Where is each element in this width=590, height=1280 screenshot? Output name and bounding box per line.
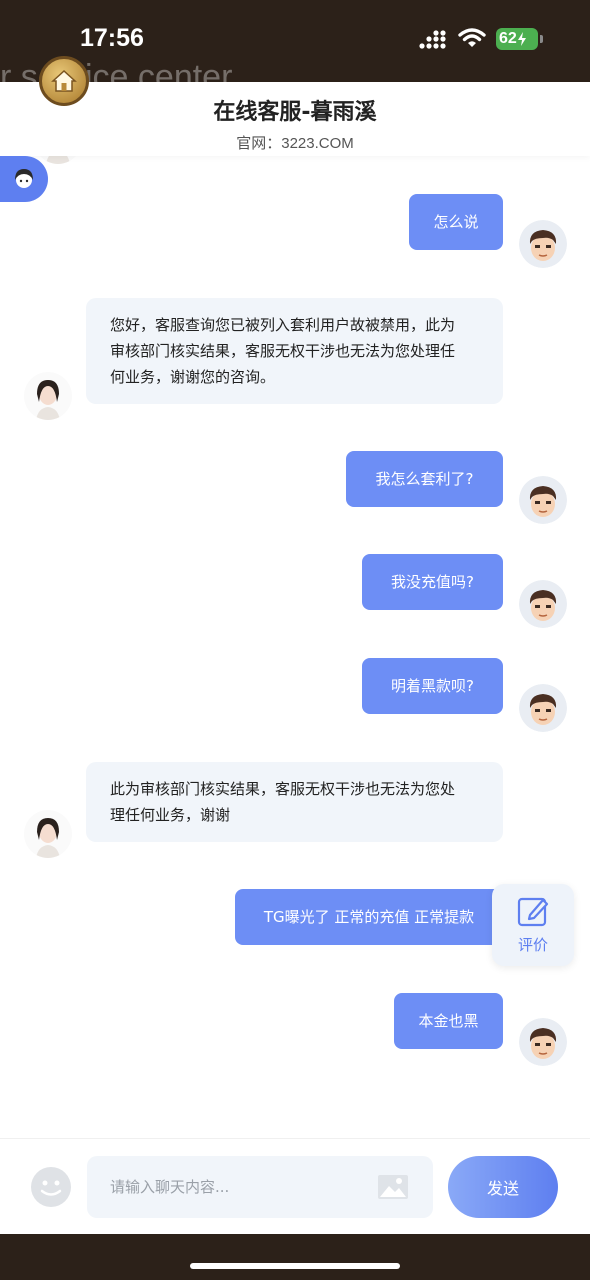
emoji-icon [40, 1180, 62, 1196]
official-site-label: 官网： [236, 135, 282, 152]
user-message: 我怎么套利了? [346, 451, 503, 507]
agent-avatar [24, 372, 72, 420]
home-icon [51, 69, 77, 92]
user-message: 明着黑款呗? [362, 658, 503, 714]
user-avatar [519, 580, 567, 628]
edit-icon [517, 897, 549, 927]
status-bar: r service center 17:56 62 [0, 0, 590, 96]
message-line: 何业务，谢谢您的咨询。 [110, 368, 276, 386]
image-icon[interactable] [377, 1174, 409, 1200]
send-button[interactable]: 发送 [448, 1156, 558, 1218]
page-title: 在线客服-暮雨溪 [213, 100, 377, 125]
user-message: 怎么说 [409, 194, 503, 250]
input-bar: 发送 [0, 1138, 590, 1234]
user-message: 本金也黑 [394, 993, 503, 1049]
agent-message: 您好，客服查询您已被列入套利用户故被禁用，此为 审核部门核实结果，客服无权干涉也… [86, 298, 503, 404]
battery-indicator: 62 [496, 28, 543, 50]
user-avatar [519, 684, 567, 732]
chat-header: 在线客服-暮雨溪 官网：3223.COM [0, 82, 590, 156]
user-avatar [519, 476, 567, 524]
user-message: 我没充值吗? [362, 554, 503, 610]
message-line: 此为审核部门核实结果，客服无权干涉也无法为您处 [110, 780, 456, 798]
agent-switch-button[interactable] [0, 156, 48, 202]
user-avatar [519, 220, 567, 268]
home-indicator[interactable] [190, 1263, 400, 1269]
message-line: 您好，客服查询您已被列入套利用户故被禁用，此为 [110, 316, 456, 334]
battery-level: 62 [499, 30, 517, 47]
agent-message: 此为审核部门核实结果，客服无权干涉也无法为您处 理任何业务，谢谢 [86, 762, 503, 842]
status-time: 17:56 [80, 24, 144, 52]
chat-messages[interactable]: 怎么说 您好，客服查询您已被列入套利用户故被禁用，此为 审核部门核实结果，客服无… [0, 116, 590, 1136]
rate-button[interactable]: 评价 [492, 884, 574, 966]
official-site: 官网：3223.COM [0, 132, 590, 153]
user-message: TG曝光了 正常的充值 正常提款 [235, 889, 503, 945]
signal-icon [419, 30, 446, 49]
rate-button-label: 评价 [517, 936, 548, 954]
agent-icon [15, 169, 33, 188]
home-indicator-area [0, 1234, 590, 1280]
wifi-icon [458, 28, 486, 47]
official-site-url: 3223.COM [281, 135, 354, 152]
message-line: 审核部门核实结果，客服无权干涉也无法为您处理任 [110, 342, 456, 360]
agent-avatar [24, 810, 72, 858]
charging-icon [517, 32, 526, 46]
user-avatar [519, 1018, 567, 1066]
message-line: 理任何业务，谢谢 [110, 806, 231, 824]
home-button[interactable] [39, 56, 89, 106]
emoji-button[interactable] [31, 1167, 71, 1207]
